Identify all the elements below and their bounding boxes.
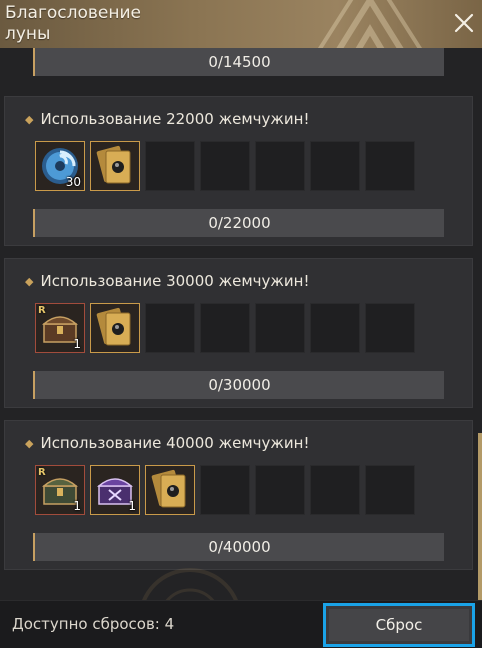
reward-count: 1 [73,337,81,351]
reset-button[interactable]: Сброс [323,603,475,647]
progress-bar-30000: 0/30000 [33,371,444,399]
mission-list[interactable]: 0/14500 ◆ Использование 22000 жемчужин! 3… [0,48,482,600]
reward-slot-gold-ticket[interactable] [90,141,140,191]
progress-bar-40000: 0/40000 [33,533,444,561]
mission-title: ◆ Использование 30000 жемчужин! [25,272,310,290]
diamond-bullet-icon: ◆ [25,275,34,288]
available-resets-label: Доступно сбросов: 4 [12,615,175,633]
gold-ticket-icon [96,145,131,184]
reward-slot-empty [200,303,250,353]
reward-slot-empty [200,465,250,515]
reward-slot-empty [255,465,305,515]
diamond-bullet-icon: ◆ [25,437,34,450]
reward-slot-empty [310,465,360,515]
diamond-bullet-icon: ◆ [25,113,34,126]
reward-slot-empty [200,141,250,191]
reward-slot-moon-orb[interactable]: 30 [35,141,85,191]
reward-slot-purple-chest[interactable]: 1 [90,465,140,515]
reward-slot-empty [365,141,415,191]
window-title: Благословение луны [5,3,141,44]
reward-slot-empty [365,303,415,353]
reward-slot-chest[interactable]: R 1 [35,303,85,353]
reward-slot-empty [365,465,415,515]
rank-badge: R [38,305,46,316]
progress-bar-22000: 0/22000 [33,209,444,237]
reset-button-label: Сброс [329,609,469,641]
rank-badge: R [38,467,46,478]
reward-count: 1 [73,499,81,513]
progress-bar-14500: 0/14500 [33,48,444,76]
mission-title: ◆ Использование 40000 жемчужин! [25,434,310,452]
mission-title: ◆ Использование 22000 жемчужин! [25,110,310,128]
reward-slot-empty [145,141,195,191]
header-ornament-icon [317,0,423,48]
reward-slot-gold-ticket[interactable] [145,465,195,515]
close-icon[interactable] [452,11,476,35]
reward-slot-empty [310,303,360,353]
reward-slot-empty [310,141,360,191]
gold-ticket-icon [96,307,131,346]
reward-slot-gold-ticket[interactable] [90,303,140,353]
reward-count: 30 [65,175,81,189]
reward-count: 1 [128,499,136,513]
gold-ticket-icon [151,469,186,508]
reward-slot-empty [145,303,195,353]
window-header: Благословение луны [0,0,482,48]
reward-slot-empty [255,303,305,353]
footer-bar: Доступно сбросов: 4 Сброс [0,600,482,648]
scrollbar-thumb[interactable] [478,433,482,600]
reward-slot-empty [255,141,305,191]
reward-slot-chest[interactable]: R 1 [35,465,85,515]
